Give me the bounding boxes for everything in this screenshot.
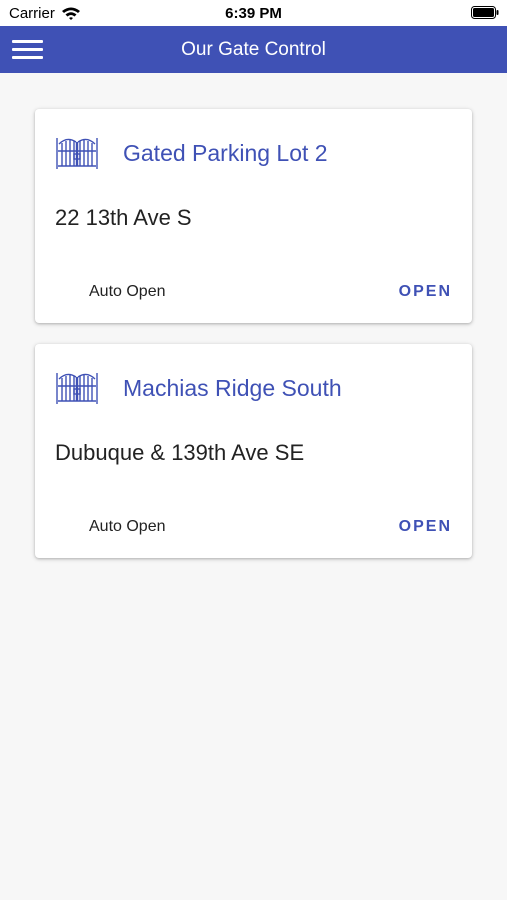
auto-open-label[interactable]: Auto Open xyxy=(89,283,166,301)
battery-icon xyxy=(471,6,499,19)
gate-icon xyxy=(56,138,98,169)
auto-open-label[interactable]: Auto Open xyxy=(89,518,166,536)
gate-card[interactable]: Gated Parking Lot 2 22 13th Ave S Auto O… xyxy=(35,109,472,323)
open-button[interactable]: OPEN xyxy=(399,518,452,536)
gate-name: Machias Ridge South xyxy=(123,375,342,401)
gate-address: Dubuque & 139th Ave SE xyxy=(55,440,305,465)
app-bar: Our Gate Control xyxy=(0,26,507,73)
gate-icon xyxy=(56,373,98,404)
status-time: 6:39 PM xyxy=(225,5,282,22)
gate-name: Gated Parking Lot 2 xyxy=(123,140,328,166)
open-button[interactable]: OPEN xyxy=(399,283,452,301)
gate-address: 22 13th Ave S xyxy=(55,205,192,230)
app-title: Our Gate Control xyxy=(181,39,326,60)
gate-card[interactable]: Machias Ridge South Dubuque & 139th Ave … xyxy=(35,344,472,558)
status-bar: Carrier 6:39 PM xyxy=(0,0,507,26)
